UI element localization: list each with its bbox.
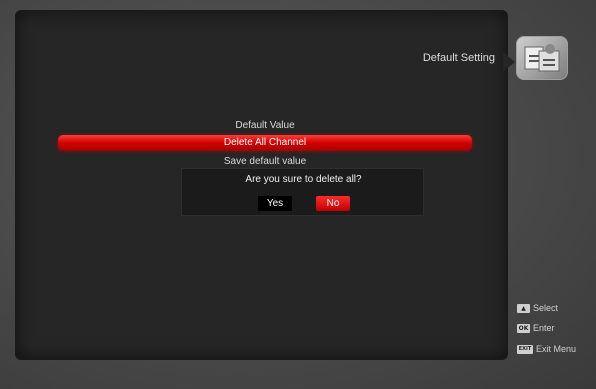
legend-select: ▲ Select bbox=[517, 302, 558, 314]
page-title: Default Setting bbox=[422, 52, 495, 64]
confirm-dialog: Are you sure to delete all? Yes No bbox=[181, 168, 424, 216]
ok-key-icon: OK bbox=[517, 323, 530, 333]
legend-enter: OK Enter bbox=[517, 322, 555, 334]
settings-logo-icon bbox=[516, 36, 568, 80]
menu-item-delete-all-channel[interactable]: Delete All Channel bbox=[58, 135, 472, 151]
legend-select-label: Select bbox=[533, 303, 559, 313]
yes-button[interactable]: Yes bbox=[258, 196, 292, 211]
tv-screen: Default Setting Default Value Delete All… bbox=[0, 0, 596, 389]
header-arrow-icon bbox=[503, 52, 515, 72]
exit-key-icon: EXIT bbox=[517, 344, 533, 354]
menu-item-default-value[interactable]: Default Value bbox=[58, 119, 472, 132]
dialog-message: Are you sure to delete all? bbox=[245, 174, 362, 185]
legend-enter-label: Enter bbox=[533, 323, 555, 333]
legend-exit-label: Exit Menu bbox=[536, 344, 577, 354]
legend-exit: EXIT Exit Menu bbox=[517, 343, 576, 355]
up-down-key-icon: ▲ bbox=[517, 303, 530, 313]
no-button[interactable]: No bbox=[316, 196, 350, 211]
menu-item-save-default-value[interactable]: Save default value bbox=[58, 155, 472, 168]
